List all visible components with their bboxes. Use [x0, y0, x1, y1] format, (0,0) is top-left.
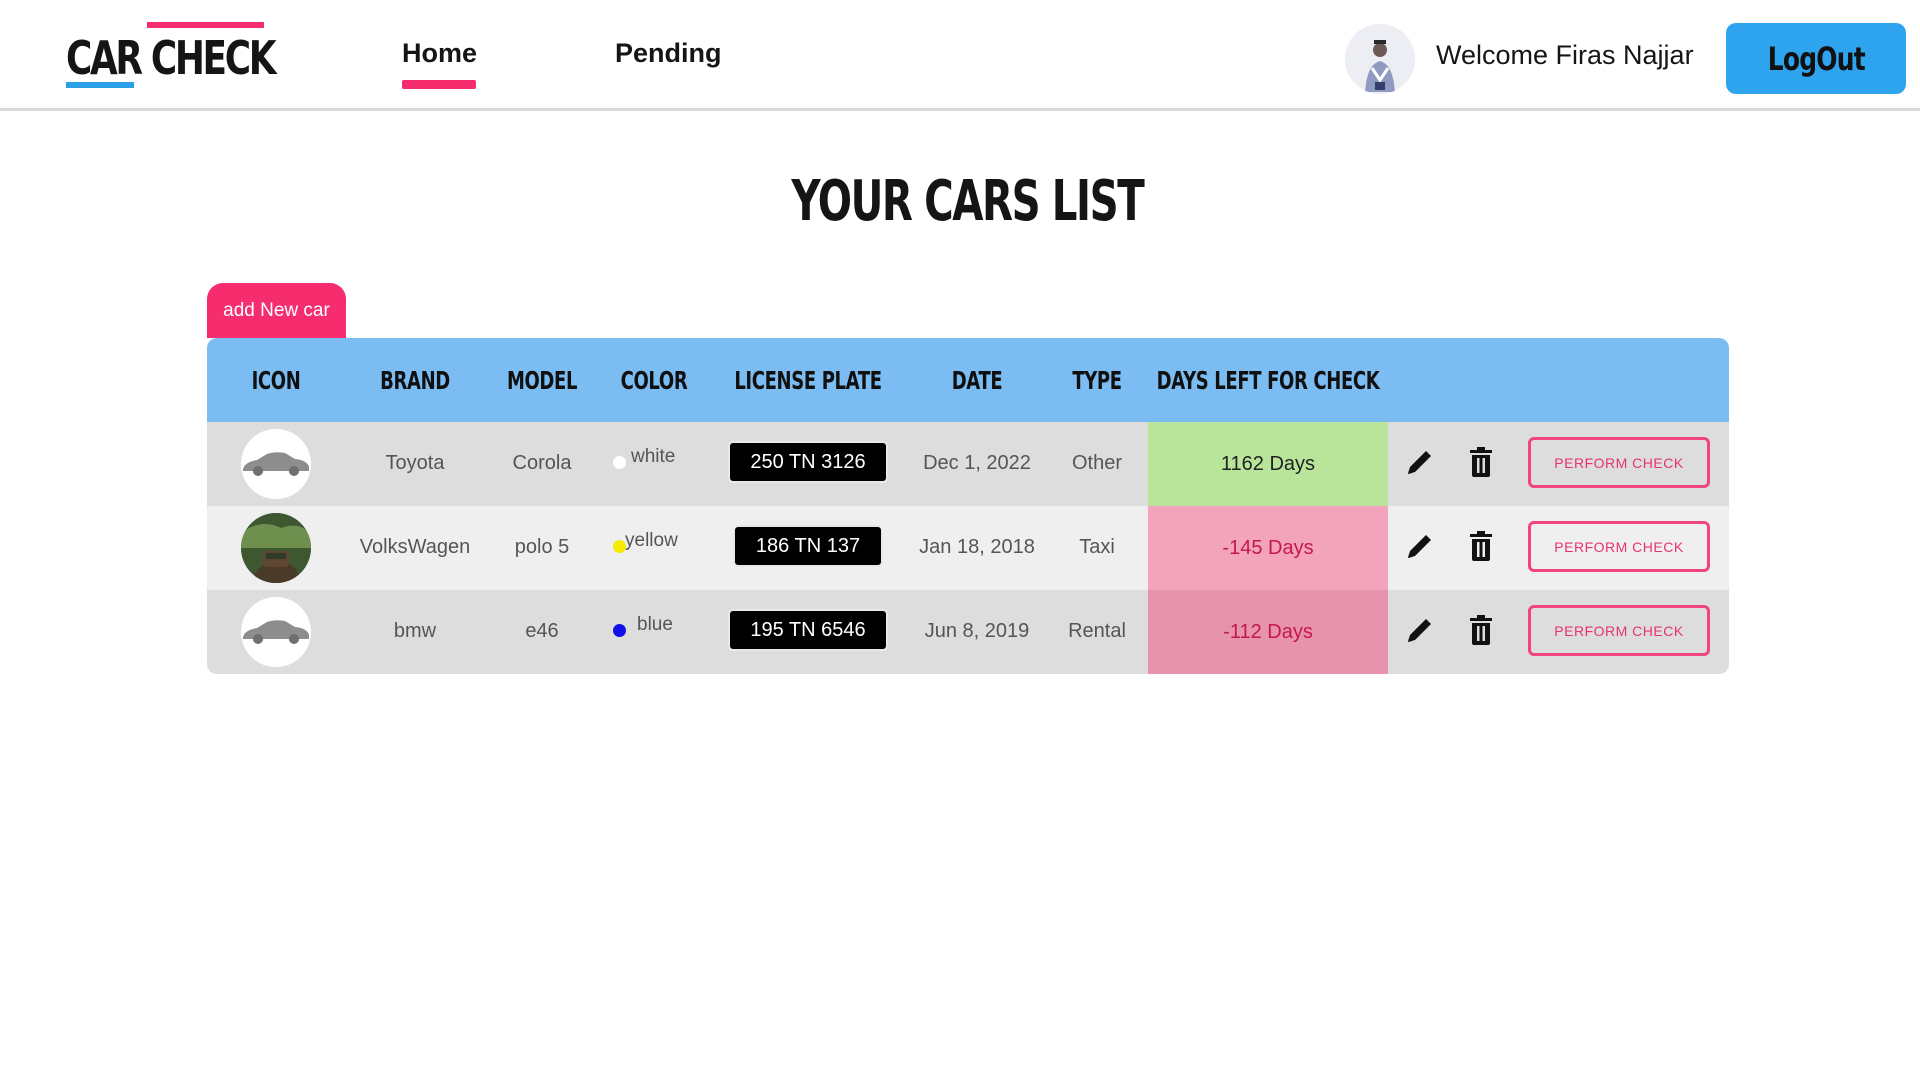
car-brand: bmw	[393, 620, 437, 642]
car-color: blue	[637, 614, 673, 635]
nav-pending[interactable]: Pending	[615, 38, 722, 69]
logo-text: CAR CHECK	[66, 31, 277, 85]
column-header-brand: BRAND	[380, 366, 450, 395]
perform-check-button[interactable]: PERFORM CHECK	[1528, 437, 1710, 488]
column-header-model: MODEL	[506, 366, 578, 395]
car-brand: Toyota	[385, 452, 445, 474]
car-color: yellow	[625, 530, 678, 551]
license-plate: 250 TN 3126	[728, 441, 888, 483]
nav-active-indicator	[402, 80, 476, 89]
user-avatar-icon	[1345, 24, 1415, 94]
car-check-logo[interactable]: CAR CHECK	[66, 20, 277, 92]
car-model: Corola	[512, 452, 572, 474]
color-swatch	[613, 456, 626, 469]
column-header-license-plate: LICENSE PLATE	[734, 366, 882, 395]
car-photo	[241, 513, 311, 583]
car-model: e46	[525, 620, 559, 642]
car-silhouette-icon	[241, 597, 311, 667]
nav-home[interactable]: Home	[402, 38, 477, 69]
page-title: YOUR CARS LIST	[0, 168, 1920, 236]
car-brand: VolksWagen	[359, 536, 471, 558]
edit-icon[interactable]	[1404, 530, 1436, 562]
logo-accent-bar	[147, 22, 264, 28]
top-navbar: CAR CHECK Home Pending Welcome Firas Naj…	[0, 0, 1920, 111]
logo-underline-bar	[66, 82, 134, 88]
column-header-date: DATE	[951, 366, 1003, 395]
logout-button[interactable]: LogOut	[1726, 23, 1906, 94]
perform-check-button[interactable]: PERFORM CHECK	[1528, 521, 1710, 572]
table-row: bmw e46 blue 195 TN 6546 Jun 8, 2019 Ren…	[207, 590, 1729, 674]
car-type: Other	[1071, 452, 1123, 474]
car-color: white	[631, 446, 676, 467]
avatar[interactable]	[1345, 24, 1415, 94]
table-header: ICON BRAND MODEL COLOR LICENSE PLATE DAT…	[207, 338, 1729, 422]
column-header-color: COLOR	[620, 366, 688, 395]
check-date: Jun 8, 2019	[924, 620, 1030, 642]
delete-icon[interactable]	[1467, 530, 1495, 562]
license-plate: 195 TN 6546	[728, 609, 888, 651]
car-photo-image	[241, 513, 311, 583]
logout-label: LogOut	[1767, 39, 1865, 78]
perform-check-button[interactable]: PERFORM CHECK	[1528, 605, 1710, 656]
car-icon	[241, 597, 311, 667]
check-date: Dec 1, 2022	[923, 452, 1031, 474]
welcome-message: Welcome Firas Najjar	[1436, 40, 1694, 70]
add-new-car-button[interactable]: add New car	[207, 283, 346, 338]
days-left-cell: -145 Days	[1148, 506, 1388, 590]
column-header-type: TYPE	[1072, 366, 1122, 395]
license-plate: 186 TN 137	[733, 525, 883, 567]
car-type: Taxi	[1079, 536, 1115, 558]
delete-icon[interactable]	[1467, 614, 1495, 646]
car-type: Rental	[1068, 620, 1126, 642]
check-date: Jan 18, 2018	[919, 536, 1035, 558]
color-swatch	[613, 624, 626, 637]
car-icon	[241, 429, 311, 499]
delete-icon[interactable]	[1467, 446, 1495, 478]
car-silhouette-icon	[241, 429, 311, 499]
table-row: Toyota Corola white 250 TN 3126 Dec 1, 2…	[207, 422, 1729, 506]
table-row: VolksWagen polo 5 yellow 186 TN 137 Jan …	[207, 506, 1729, 590]
car-model: polo 5	[514, 536, 570, 558]
column-header-icon: ICON	[251, 366, 301, 395]
column-header-days-left: DAYS LEFT FOR CHECK	[1156, 366, 1380, 395]
edit-icon[interactable]	[1404, 446, 1436, 478]
cars-table: ICON BRAND MODEL COLOR LICENSE PLATE DAT…	[207, 338, 1729, 674]
edit-icon[interactable]	[1404, 614, 1436, 646]
page-title-text: YOUR CARS LIST	[791, 169, 1144, 234]
days-left-cell: 1162 Days	[1148, 422, 1388, 506]
days-left-cell: -112 Days	[1148, 590, 1388, 674]
